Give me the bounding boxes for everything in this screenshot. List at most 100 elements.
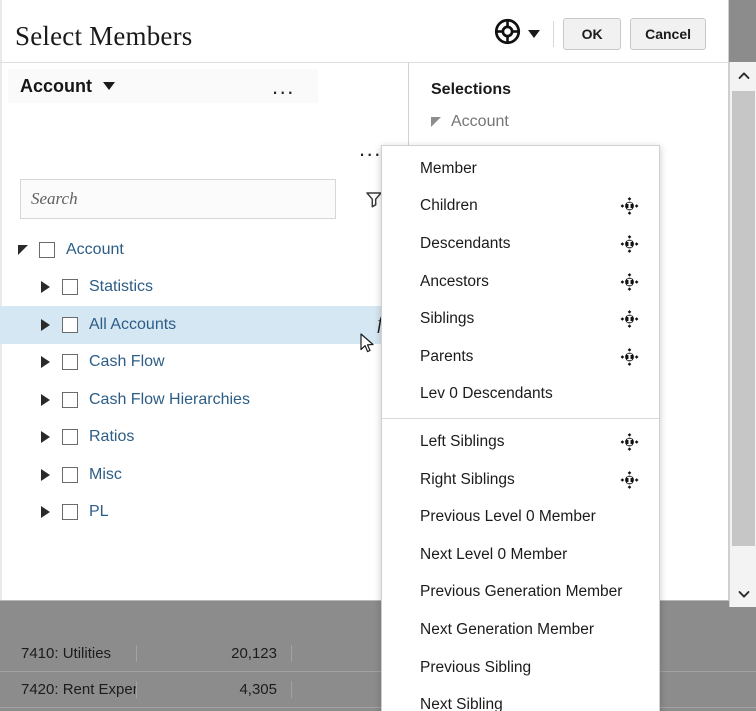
hierarchy-node-icon (620, 470, 639, 489)
menu-item[interactable]: Parents (382, 338, 659, 376)
triangle-collapsed-icon[interactable] (41, 319, 50, 331)
triangle-expanded-icon[interactable] (18, 245, 28, 255)
tree-toggle[interactable] (41, 431, 57, 443)
menu-item[interactable]: Lev 0 Descendants (382, 376, 659, 414)
tree-toggle[interactable] (18, 245, 34, 255)
search-row (20, 179, 390, 219)
menu-item-label: Left Siblings (420, 433, 504, 451)
scrollbar-thumb[interactable] (732, 91, 755, 546)
vertical-scrollbar[interactable] (729, 62, 756, 607)
member-tree: AccountStatisticsAll AccountsfxCash Flow… (0, 231, 408, 531)
menu-item-label: Next Sibling (420, 696, 503, 711)
tree-node-row[interactable]: Account (0, 231, 408, 269)
triangle-collapsed-icon[interactable] (41, 394, 50, 406)
scrollbar-track[interactable] (730, 89, 756, 580)
chevron-down-icon (103, 82, 115, 90)
menu-item[interactable]: Previous Sibling (382, 649, 659, 687)
triangle-collapsed-icon[interactable] (41, 281, 50, 293)
tree-node-checkbox[interactable] (62, 317, 78, 333)
grid-cell-value: 4,305 (137, 681, 292, 698)
tree-toggle[interactable] (41, 469, 57, 481)
tree-node-checkbox[interactable] (62, 392, 78, 408)
tree-node-label: Cash Flow Hierarchies (89, 391, 250, 409)
menu-item[interactable]: Left Siblings (382, 423, 659, 461)
menu-item[interactable]: Previous Level 0 Member (382, 498, 659, 536)
hierarchy-node-icon (620, 347, 639, 366)
menu-item[interactable]: Children (382, 188, 659, 226)
menu-separator (382, 418, 659, 419)
triangle-collapsed-icon[interactable] (41, 506, 50, 518)
triangle-collapsed-icon[interactable] (41, 469, 50, 481)
tree-toggle[interactable] (41, 281, 57, 293)
menu-item-label: Previous Sibling (420, 659, 531, 677)
tree-toggle[interactable] (41, 319, 57, 331)
triangle-collapsed-icon[interactable] (41, 356, 50, 368)
scroll-up-button[interactable] (730, 62, 756, 89)
selections-title: Selections (431, 81, 511, 99)
menu-item-label: Next Level 0 Member (420, 546, 567, 564)
right-panel-overflow-menu[interactable]: ... (272, 76, 295, 98)
menu-item-label: Member (420, 160, 477, 178)
tree-node-row[interactable]: Cash Flow Hierarchies (0, 381, 408, 419)
tree-node-row[interactable]: Statistics (0, 269, 408, 307)
left-panel-overflow-menu[interactable]: ... (359, 138, 382, 160)
page-title: Select Members (15, 21, 193, 52)
life-ring-help-icon (494, 18, 521, 50)
menu-item[interactable]: Ancestors (382, 263, 659, 301)
menu-item[interactable]: Next Level 0 Member (382, 536, 659, 574)
hierarchy-node-icon (620, 234, 639, 253)
menu-item-label: Siblings (420, 310, 474, 328)
screen-root: 7410: Utilities20,12360,3687420: Rent Ex… (0, 0, 756, 711)
menu-item-label: Parents (420, 348, 473, 366)
tree-node-row[interactable]: Cash Flow (0, 344, 408, 382)
hierarchy-node-icon (620, 310, 639, 329)
tree-node-label: Statistics (89, 278, 153, 296)
tree-node-checkbox[interactable] (62, 467, 78, 483)
grid-cell-label: 7410: Utilities (0, 645, 137, 662)
chevron-down-icon (528, 30, 540, 38)
menu-item-label: Ancestors (420, 273, 489, 291)
tree-node-checkbox[interactable] (62, 279, 78, 295)
menu-item[interactable]: Next Sibling (382, 686, 659, 711)
dimension-name: Account (20, 76, 92, 97)
menu-item[interactable]: Descendants (382, 225, 659, 263)
tree-toggle[interactable] (41, 394, 57, 406)
tree-node-label: Ratios (89, 428, 134, 446)
dialog-header-actions: OK Cancel (490, 14, 706, 54)
menu-item-label: Previous Level 0 Member (420, 508, 596, 526)
menu-item[interactable]: Member (382, 150, 659, 188)
tree-node-checkbox[interactable] (39, 242, 55, 258)
tree-node-label: PL (89, 503, 109, 521)
tree-node-checkbox[interactable] (62, 429, 78, 445)
menu-item[interactable]: Next Generation Member (382, 611, 659, 649)
tree-node-label: Account (66, 241, 124, 259)
menu-item[interactable]: Previous Generation Member (382, 574, 659, 612)
tree-node-row[interactable]: Ratios (0, 419, 408, 457)
selections-item-account[interactable]: Account (431, 113, 509, 131)
tree-node-checkbox[interactable] (62, 504, 78, 520)
tree-toggle[interactable] (41, 506, 57, 518)
selections-item-label: Account (451, 113, 509, 131)
menu-item[interactable]: Siblings (382, 300, 659, 338)
menu-item-label: Lev 0 Descendants (420, 385, 553, 403)
tree-node-row[interactable]: PL (0, 494, 408, 532)
menu-item[interactable]: Right Siblings (382, 461, 659, 499)
tree-node-label: Misc (89, 466, 122, 484)
hierarchy-node-icon (620, 272, 639, 291)
hierarchy-node-icon (620, 197, 639, 216)
hierarchy-node-icon (620, 432, 639, 451)
dialog-header: Select Members (0, 0, 728, 62)
tree-toggle[interactable] (41, 356, 57, 368)
tree-node-row[interactable]: Misc (0, 456, 408, 494)
scroll-down-button[interactable] (730, 580, 756, 607)
triangle-collapsed-icon[interactable] (41, 431, 50, 443)
triangle-expanded-icon[interactable] (431, 117, 441, 127)
menu-item-label: Children (420, 197, 478, 215)
search-input[interactable] (20, 179, 336, 219)
help-menu-button[interactable] (490, 14, 548, 54)
cancel-button[interactable]: Cancel (630, 18, 706, 50)
tree-node-row[interactable]: All Accountsfx (0, 306, 408, 344)
ok-button[interactable]: OK (563, 18, 621, 50)
tree-node-checkbox[interactable] (62, 354, 78, 370)
member-browser-panel: Account ... Account Statistics All Account… (0, 63, 408, 600)
